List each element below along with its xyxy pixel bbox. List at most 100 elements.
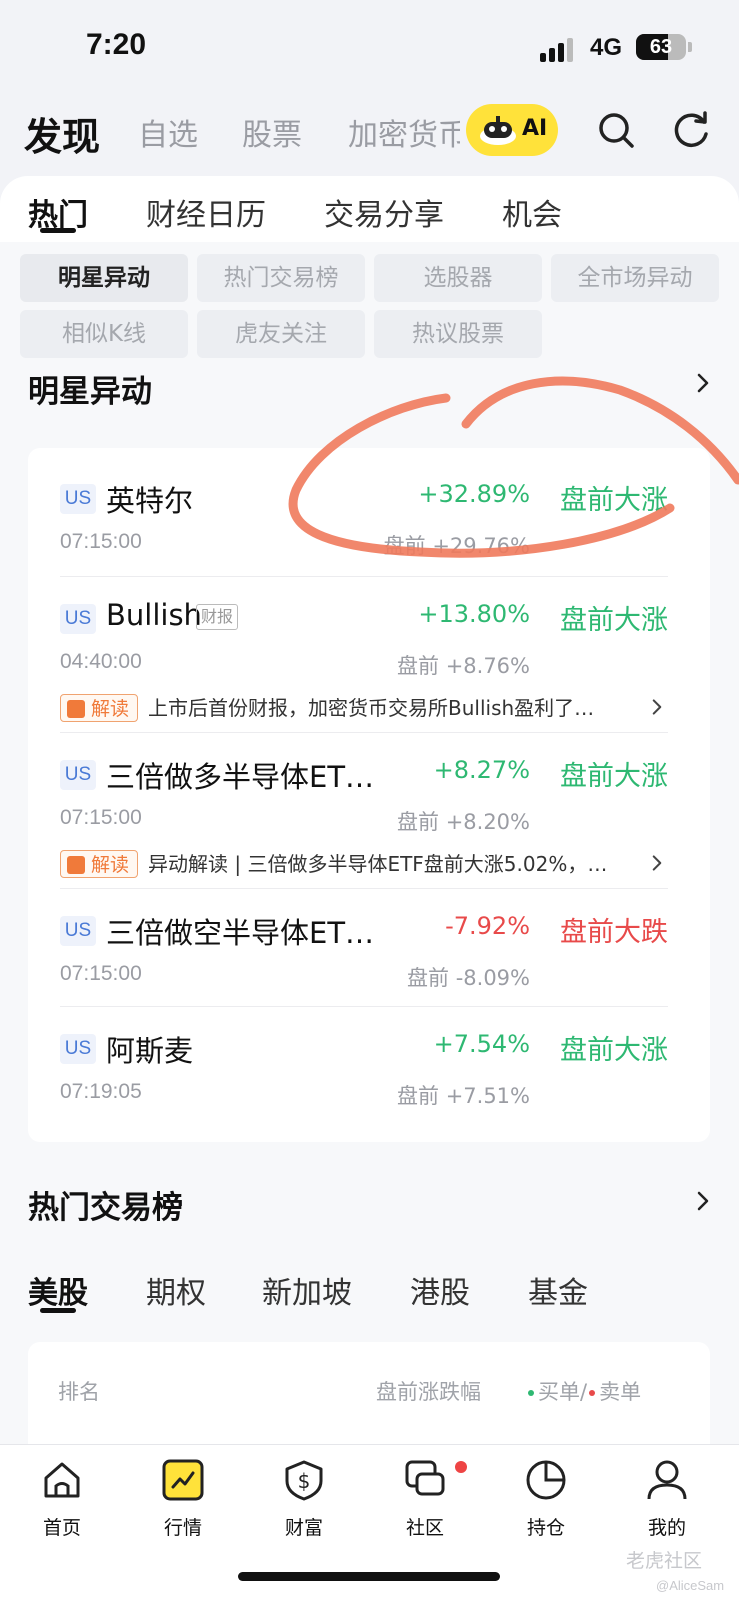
chip-friends-follow[interactable]: 虎友关注: [197, 310, 365, 358]
market-badge: US: [60, 916, 96, 946]
premarket-change: 盘前 -8.09%: [407, 966, 530, 990]
change-percent: +32.89%: [418, 480, 530, 508]
timestamp: 07:15:00: [60, 806, 142, 829]
stock-name: 阿斯麦: [106, 1034, 194, 1068]
tab-watchlist[interactable]: 自选: [138, 110, 198, 154]
tab-options[interactable]: 期权: [146, 1268, 206, 1312]
tab-stocks[interactable]: 股票: [242, 110, 302, 154]
market-badge: US: [60, 604, 96, 634]
nav-profile[interactable]: 我的: [617, 1459, 717, 1549]
chip-market-movers[interactable]: 全市场异动: [551, 254, 719, 302]
stock-name: 三倍做多半导体ET…: [106, 760, 375, 794]
top-nav: 发现 自选 股票 加密货币 AI: [0, 96, 739, 176]
status-bar: 7:20 4G 63: [0, 0, 739, 96]
list-item[interactable]: US 英特尔 +32.89% 盘前大涨 07:15:00 盘前 +29.76%: [60, 478, 668, 568]
earnings-tag: 财报: [196, 604, 239, 630]
move-status: 盘前大涨: [560, 1035, 668, 1066]
tab-opportunity[interactable]: 机会: [502, 190, 562, 234]
ai-assistant-button[interactable]: AI: [466, 104, 558, 156]
nav-home[interactable]: 首页: [12, 1459, 112, 1549]
nav-market[interactable]: 行情: [133, 1459, 233, 1549]
timestamp: 04:40:00: [60, 650, 142, 673]
active-tab-indicator: [40, 228, 76, 233]
discover-panel: 热门 财经日历 交易分享 机会 明星异动 热门交易榜 选股器 全市场异动 相似K…: [0, 176, 739, 1462]
analysis-badge: 解读: [60, 850, 138, 878]
network-type: 4G: [590, 34, 623, 61]
list-item[interactable]: US 三倍做多半导体ET… +8.27% 盘前大涨 07:15:00 盘前 +8…: [60, 754, 668, 884]
column-header-orders: 买单/卖单: [528, 1376, 641, 1406]
timestamp: 07:19:05: [60, 1080, 142, 1103]
chip-star-movers[interactable]: 明星异动: [20, 254, 188, 302]
trend-icon: [67, 856, 85, 874]
chip-similar-kline[interactable]: 相似K线: [20, 310, 188, 358]
stock-name: Bullish: [106, 598, 202, 632]
tab-funds[interactable]: 基金: [528, 1268, 588, 1312]
battery-level: 63: [649, 36, 673, 58]
section-title-hot: 热门交易榜: [28, 1190, 183, 1226]
change-percent: -7.92%: [445, 912, 530, 940]
nav-community[interactable]: 社区: [375, 1459, 475, 1549]
change-percent: +13.80%: [418, 600, 530, 628]
move-status: 盘前大跌: [560, 917, 668, 948]
battery-icon: 63: [636, 34, 686, 60]
home-indicator: [238, 1572, 500, 1581]
chip-screener[interactable]: 选股器: [374, 254, 542, 302]
move-status: 盘前大涨: [560, 761, 668, 792]
watermark-user: @AliceSam: [656, 1578, 725, 1593]
nav-wealth[interactable]: $ 财富: [254, 1459, 354, 1549]
market-badge: US: [60, 1034, 96, 1064]
chevron-right-icon[interactable]: [692, 372, 714, 394]
stock-name: 英特尔: [106, 484, 194, 518]
list-item[interactable]: US 阿斯麦 +7.54% 盘前大涨 07:19:05 盘前 +7.51%: [60, 1028, 668, 1118]
tab-singapore[interactable]: 新加坡: [262, 1268, 352, 1312]
change-percent: +8.27%: [433, 756, 530, 784]
pie-chart-icon: [526, 1460, 566, 1500]
tab-hk-stocks[interactable]: 港股: [410, 1268, 470, 1312]
user-icon: [647, 1460, 687, 1500]
analysis-badge: 解读: [60, 694, 138, 722]
premarket-change: 盘前 +8.20%: [397, 810, 530, 834]
news-line[interactable]: 解读 上市后首份财报，加密货币交易所Bullish盈利了…: [60, 694, 668, 724]
nav-holdings[interactable]: 持仓: [496, 1459, 596, 1549]
premarket-change: 盘前 +8.76%: [397, 654, 530, 678]
list-item[interactable]: US 三倍做空半导体ET… -7.92% 盘前大跌 07:15:00 盘前 -8…: [60, 910, 668, 1000]
star-movers-card: US 英特尔 +32.89% 盘前大涨 07:15:00 盘前 +29.76% …: [28, 448, 710, 1142]
chip-discussed-stocks[interactable]: 热议股票: [374, 310, 542, 358]
market-badge: US: [60, 760, 96, 790]
chevron-right-icon: [652, 699, 662, 715]
tab-us-stocks[interactable]: 美股: [28, 1268, 88, 1312]
list-item[interactable]: US Bullish 财报 +13.80% 盘前大涨 04:40:00 盘前 +…: [60, 598, 668, 728]
refresh-icon[interactable]: [672, 110, 712, 150]
watermark-brand: 老虎社区: [626, 1550, 703, 1572]
stock-name: 三倍做空半导体ET…: [106, 916, 375, 950]
community-chat-icon: [405, 1460, 445, 1496]
page-title[interactable]: 发现: [24, 106, 100, 161]
news-headline: 上市后首份财报，加密货币交易所Bullish盈利了…: [148, 696, 595, 720]
search-icon[interactable]: [596, 110, 636, 150]
premarket-change: 盘前 +7.51%: [397, 1084, 530, 1108]
market-badge: US: [60, 484, 96, 514]
tab-crypto[interactable]: 加密货币: [348, 110, 460, 154]
move-status: 盘前大涨: [560, 485, 668, 516]
premarket-change: 盘前 +29.76%: [383, 534, 530, 558]
column-header-change: 盘前涨跌幅: [376, 1380, 481, 1404]
change-percent: +7.54%: [433, 1030, 530, 1058]
market-chart-icon: [162, 1459, 204, 1501]
news-line[interactable]: 解读 异动解读 | 三倍做多半导体ETF盘前大涨5.02%，…: [60, 850, 668, 880]
chip-hot-trades[interactable]: 热门交易榜: [197, 254, 365, 302]
section-title-star: 明星异动: [28, 374, 152, 410]
svg-text:$: $: [298, 1469, 311, 1493]
chevron-right-icon: [652, 855, 662, 871]
column-header-rank: 排名: [58, 1380, 100, 1404]
tab-trade-share[interactable]: 交易分享: [324, 190, 444, 234]
ai-label: AI: [522, 116, 548, 141]
tab-calendar[interactable]: 财经日历: [146, 190, 266, 234]
active-tab-indicator: [40, 1308, 76, 1313]
chevron-right-icon[interactable]: [692, 1190, 714, 1212]
trend-icon: [67, 700, 85, 718]
home-icon: [44, 1462, 80, 1498]
timestamp: 07:15:00: [60, 962, 142, 985]
timestamp: 07:15:00: [60, 530, 142, 553]
status-time: 7:20: [86, 28, 147, 61]
move-status: 盘前大涨: [560, 605, 668, 636]
